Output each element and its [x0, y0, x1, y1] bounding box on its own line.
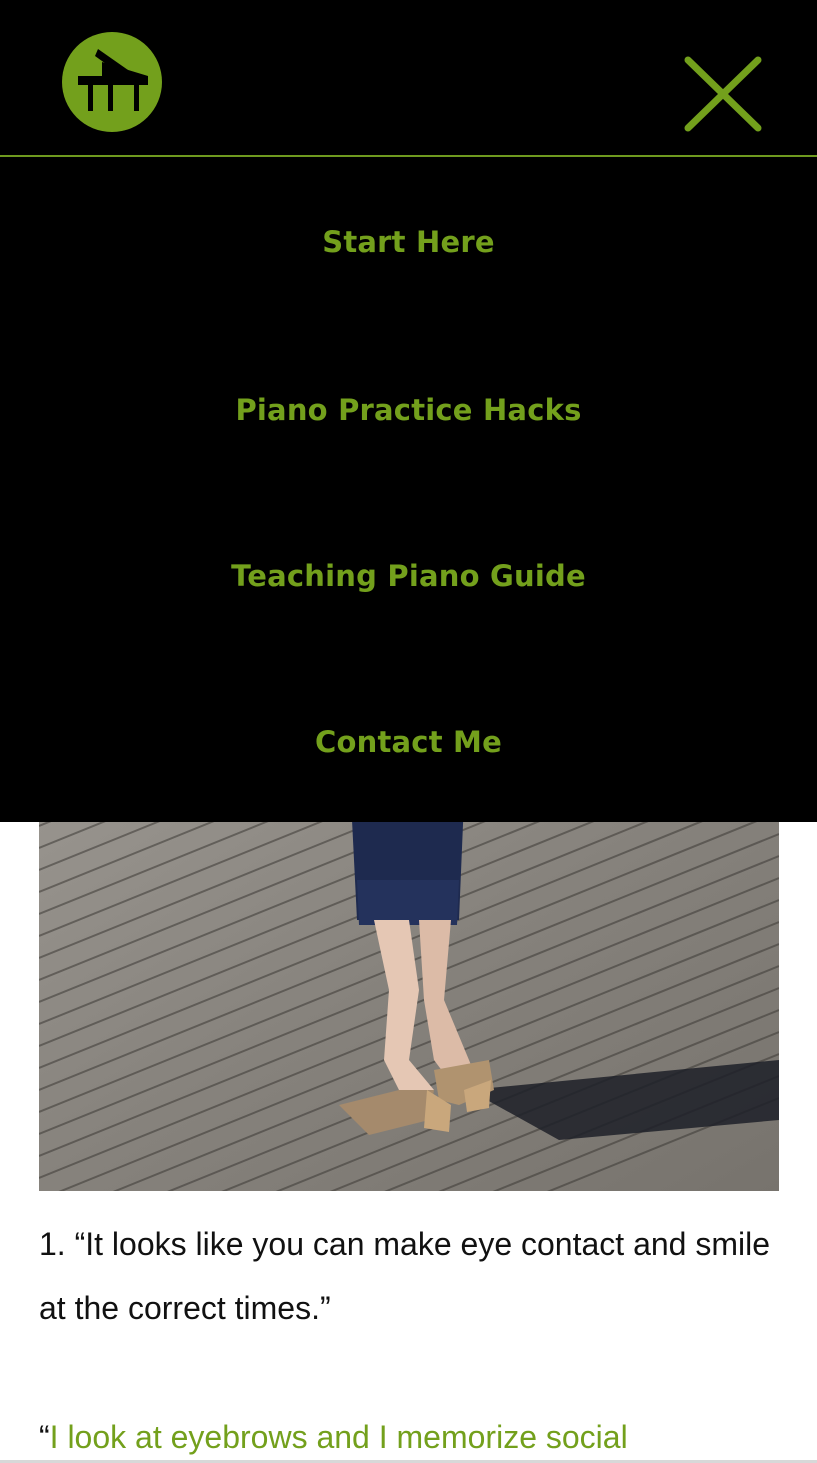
site-logo[interactable] — [62, 32, 162, 132]
mobile-nav-overlay: Start Here Piano Practice Hacks Teaching… — [0, 0, 817, 822]
article-quote: “I look at eyebrows and I memorize socia… — [39, 1411, 779, 1463]
nav-menu: Start Here Piano Practice Hacks Teaching… — [0, 157, 817, 825]
site-header — [0, 0, 817, 157]
quote-open-mark: “ — [39, 1419, 50, 1455]
menu-item-piano-practice-hacks[interactable]: Piano Practice Hacks — [0, 327, 817, 493]
close-x-icon — [684, 56, 762, 132]
article-point-text: 1. “It looks like you can make eye conta… — [39, 1226, 771, 1326]
grand-piano-icon — [78, 49, 148, 111]
menu-item-teaching-piano-guide[interactable]: Teaching Piano Guide — [0, 493, 817, 659]
menu-item-start-here[interactable]: Start Here — [0, 157, 817, 327]
close-menu-button[interactable] — [680, 52, 766, 136]
menu-item-contact-me[interactable]: Contact Me — [0, 659, 817, 825]
quote-link-text[interactable]: I look at eyebrows and I memorize social — [50, 1419, 628, 1455]
